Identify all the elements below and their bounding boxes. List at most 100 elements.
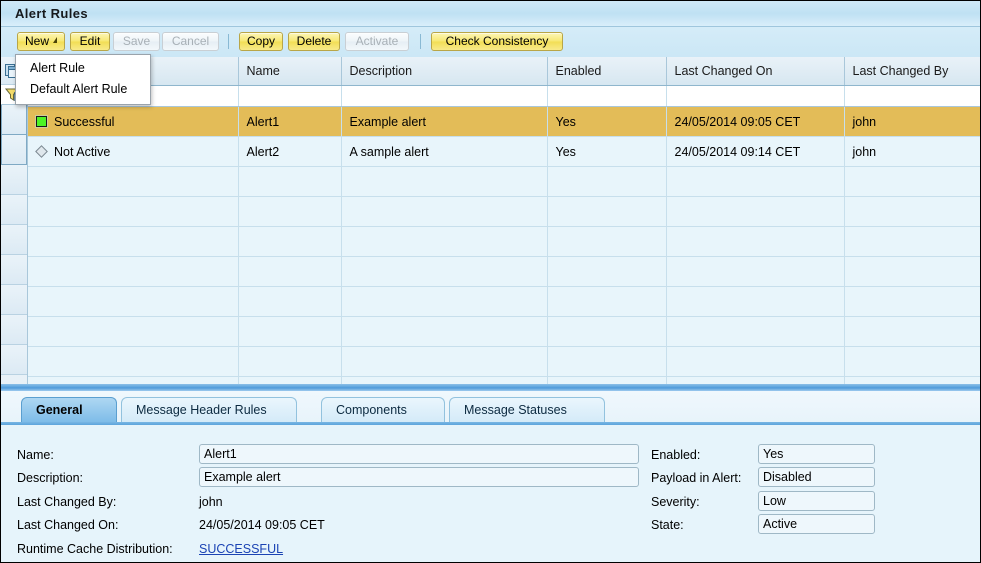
cell-empty: [547, 376, 667, 384]
cell-empty: [666, 376, 845, 384]
severity-label: Severity:: [651, 495, 700, 509]
edit-button[interactable]: Edit: [70, 32, 110, 51]
enabled-label: Enabled:: [651, 448, 701, 462]
cell-empty: [666, 286, 845, 317]
state-label: State:: [651, 518, 684, 532]
row-selector-7[interactable]: [1, 285, 27, 315]
filter-cell-enabled[interactable]: [547, 85, 667, 107]
tab-components[interactable]: Components: [321, 397, 445, 423]
last-changed-on-label: Last Changed On:: [17, 518, 119, 532]
tab-message-header-rules[interactable]: Message Header Rules: [121, 397, 297, 423]
cell-empty: [547, 256, 667, 287]
new-button[interactable]: New: [17, 32, 65, 51]
status-label: Successful: [54, 114, 115, 129]
general-tab-panel: Name: Alert1 Description: Example alert …: [1, 425, 980, 562]
splitter-bar[interactable]: [1, 384, 980, 391]
cell-empty: [666, 256, 845, 287]
cell-empty: [28, 196, 239, 227]
cell-last-changed-by: john: [844, 106, 980, 137]
table-row[interactable]: [28, 226, 980, 257]
last-changed-on-value: 24/05/2014 09:05 CET: [199, 518, 325, 532]
cell-name: Alert2: [238, 136, 342, 167]
cell-last-changed-on: 24/05/2014 09:14 CET: [666, 136, 845, 167]
column-header-name[interactable]: Name: [238, 57, 342, 86]
cell-empty: [666, 166, 845, 197]
toolbar-separator-2: [420, 34, 421, 49]
menu-item-alert-rule[interactable]: Alert Rule: [16, 58, 150, 79]
table-row[interactable]: [28, 196, 980, 227]
table-row[interactable]: [28, 376, 980, 384]
row-selector-9[interactable]: [1, 345, 27, 375]
row-selector-1[interactable]: [1, 105, 27, 135]
state-input[interactable]: Active: [758, 514, 875, 534]
table-row[interactable]: [28, 346, 980, 377]
cell-enabled: Yes: [547, 136, 667, 167]
column-header-last-changed-on[interactable]: Last Changed On: [666, 57, 845, 86]
severity-input[interactable]: Low: [758, 491, 875, 511]
last-changed-by-label: Last Changed By:: [17, 495, 117, 509]
cell-empty: [666, 196, 845, 227]
cell-empty: [28, 316, 239, 347]
row-selector-4[interactable]: [1, 195, 27, 225]
green-square-icon: [36, 116, 47, 127]
description-label: Description:: [17, 471, 83, 485]
runtime-cache-distribution-link[interactable]: SUCCESSFUL: [199, 542, 283, 556]
table-row[interactable]: [28, 316, 980, 347]
cell-empty: [238, 196, 342, 227]
tab-message-statuses[interactable]: Message Statuses: [449, 397, 605, 423]
cell-empty: [28, 166, 239, 197]
row-selector-8[interactable]: [1, 315, 27, 345]
filter-cell-last-changed-on[interactable]: [666, 85, 845, 107]
new-button-label: New: [24, 34, 49, 48]
cell-empty: [341, 256, 548, 287]
cell-status: Successful: [28, 106, 239, 137]
description-input[interactable]: Example alert: [199, 467, 639, 487]
name-input[interactable]: Alert1: [199, 444, 639, 464]
chevron-down-icon: [53, 37, 57, 43]
cell-empty: [844, 346, 980, 377]
column-header-enabled[interactable]: Enabled: [547, 57, 667, 86]
cell-status: Not Active: [28, 136, 239, 167]
check-consistency-button[interactable]: Check Consistency: [431, 32, 563, 51]
column-header-description[interactable]: Description: [341, 57, 548, 86]
cancel-button: Cancel: [162, 32, 219, 51]
runtime-cache-distribution-label: Runtime Cache Distribution:: [17, 542, 173, 556]
cell-description: Example alert: [341, 106, 548, 137]
table-row[interactable]: [28, 286, 980, 317]
cell-empty: [547, 346, 667, 377]
filter-cell-name[interactable]: [238, 85, 342, 107]
table-row[interactable]: Not Active Alert2 A sample alert Yes 24/…: [28, 136, 980, 167]
row-selector-3[interactable]: [1, 165, 27, 195]
filter-cell-last-changed-by[interactable]: [844, 85, 980, 107]
cell-empty: [238, 256, 342, 287]
row-selector-6[interactable]: [1, 255, 27, 285]
cell-empty: [238, 376, 342, 384]
row-selector-5[interactable]: [1, 225, 27, 255]
column-header-last-changed-by[interactable]: Last Changed By: [844, 57, 980, 86]
tab-general[interactable]: General: [21, 397, 117, 423]
payload-in-alert-input[interactable]: Disabled: [758, 467, 875, 487]
enabled-input[interactable]: Yes: [758, 444, 875, 464]
cell-empty: [844, 286, 980, 317]
last-changed-by-value: john: [199, 495, 223, 509]
cell-empty: [238, 286, 342, 317]
cell-empty: [28, 376, 239, 384]
filter-cell-description[interactable]: [341, 85, 548, 107]
cell-empty: [28, 256, 239, 287]
cell-empty: [238, 346, 342, 377]
table-row[interactable]: [28, 256, 980, 287]
menu-item-default-alert-rule[interactable]: Default Alert Rule: [16, 79, 150, 100]
cell-empty: [28, 226, 239, 257]
row-selector-2[interactable]: [1, 135, 27, 165]
cell-enabled: Yes: [547, 106, 667, 137]
table-row[interactable]: [28, 166, 980, 197]
table-gutter: [1, 57, 28, 384]
delete-button[interactable]: Delete: [288, 32, 340, 51]
cell-empty: [666, 226, 845, 257]
cell-last-changed-by: john: [844, 136, 980, 167]
page-title: Alert Rules: [15, 6, 89, 21]
table-header-row: Name Description Enabled Last Changed On…: [28, 57, 980, 86]
copy-button[interactable]: Copy: [239, 32, 283, 51]
status-label: Not Active: [54, 144, 111, 159]
table-row[interactable]: Successful Alert1 Example alert Yes 24/0…: [28, 106, 980, 137]
